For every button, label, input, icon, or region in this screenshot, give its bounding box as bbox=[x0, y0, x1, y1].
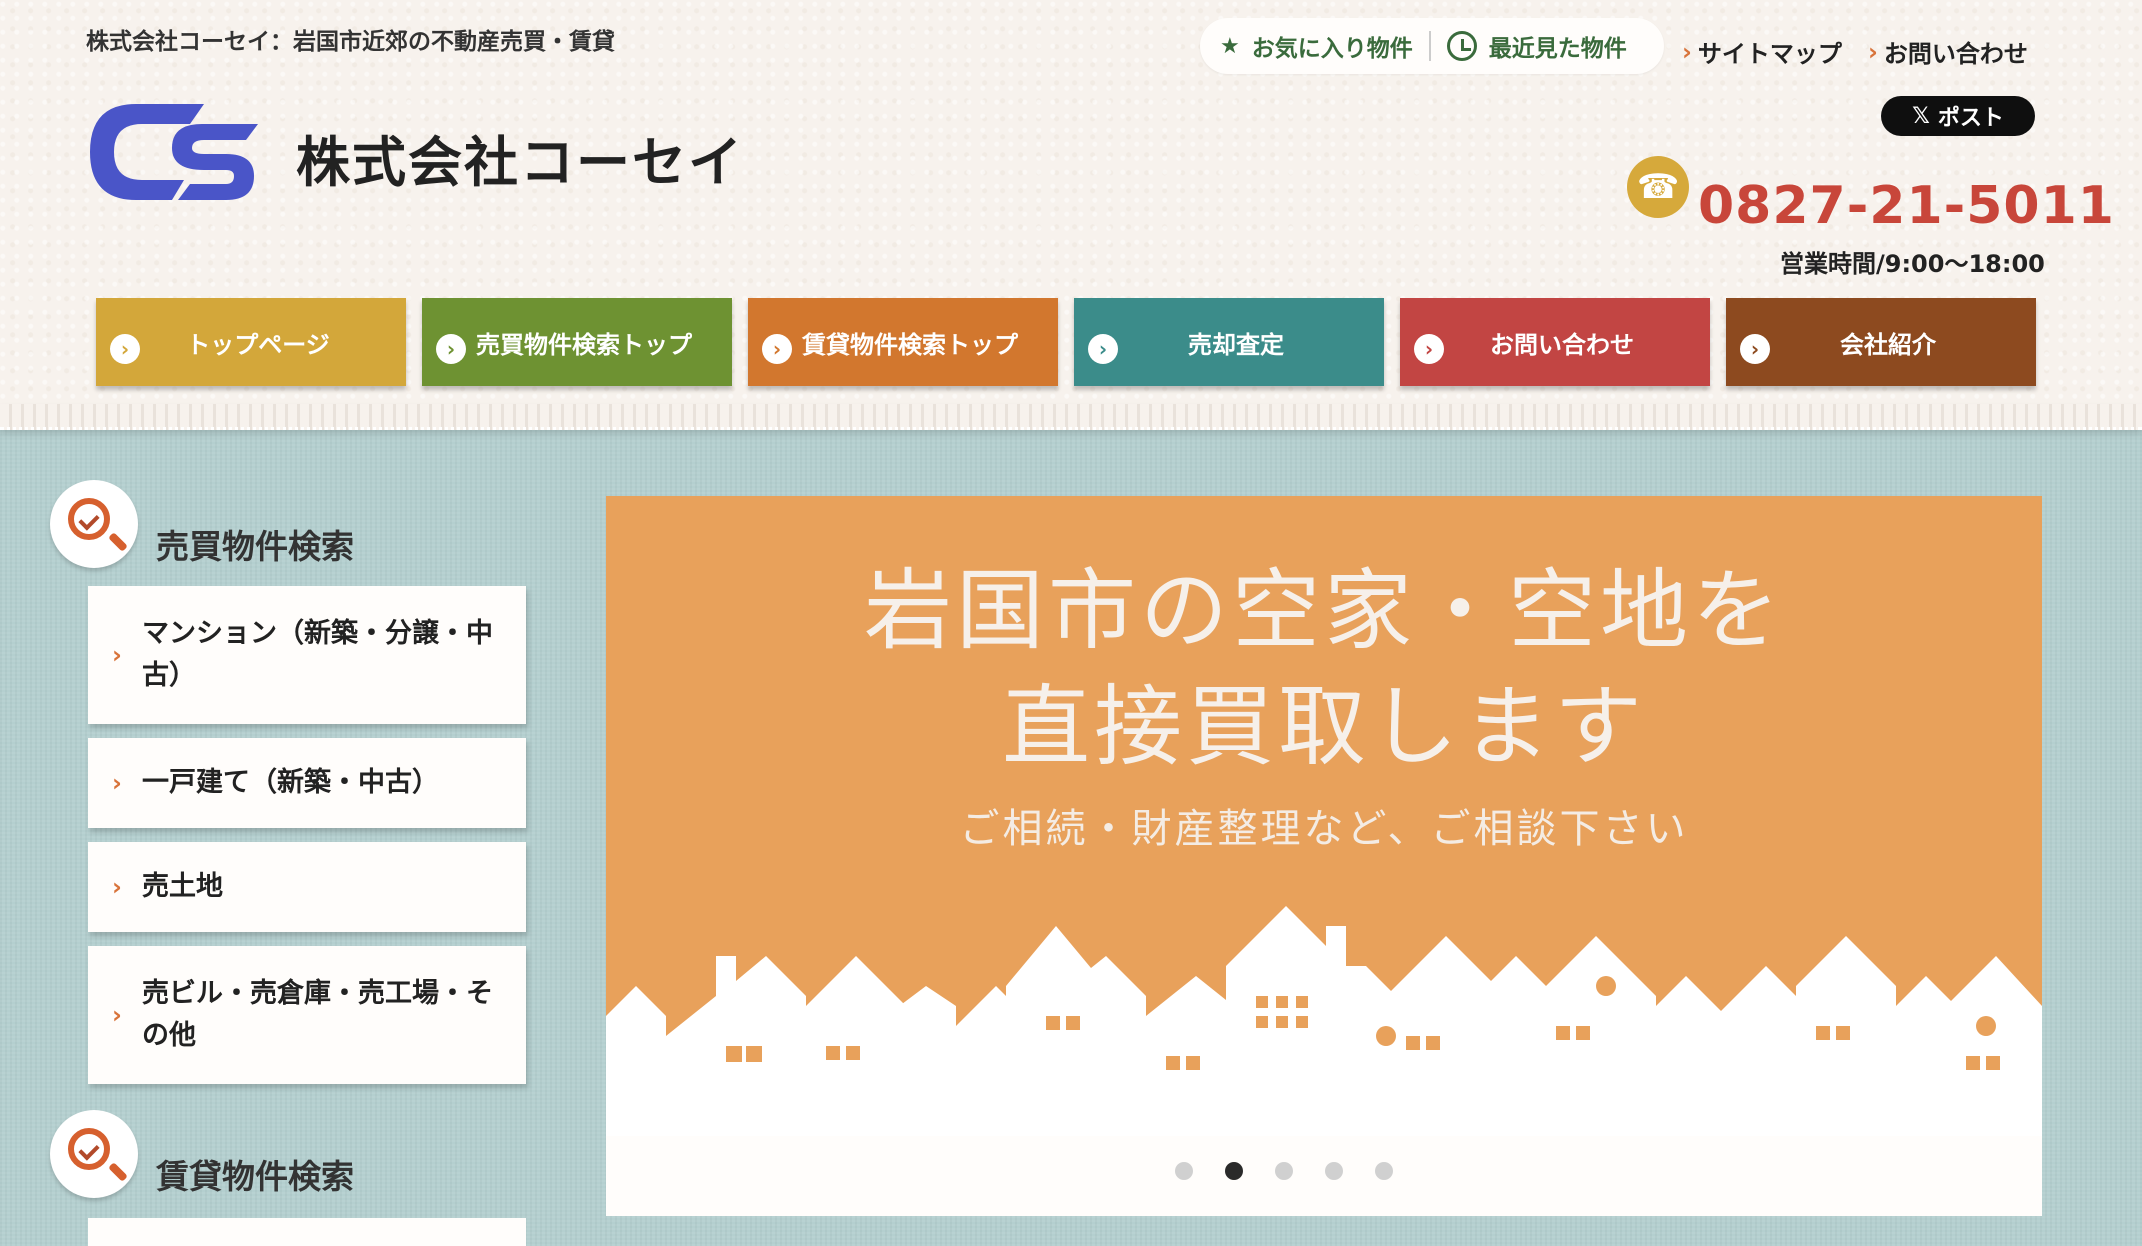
list-item-land[interactable]: › 売土地 bbox=[88, 842, 526, 932]
slide-dot-4[interactable] bbox=[1325, 1162, 1343, 1180]
chevron-circle-icon: › bbox=[1088, 334, 1118, 364]
slide-subtext: ご相続・財産整理など、ご相談下さい bbox=[959, 806, 1689, 852]
company-logo[interactable]: CS bbox=[86, 96, 262, 208]
chevron-circle-icon: › bbox=[110, 334, 140, 364]
nav-company[interactable]: › 会社紹介 bbox=[1726, 298, 2036, 386]
nav-label: トップページ bbox=[186, 330, 330, 359]
chevron-right-icon: › bbox=[112, 769, 122, 797]
recent-link[interactable]: 最近見た物件 bbox=[1446, 29, 1627, 63]
business-hours: 営業時間/9:00〜18:00 bbox=[1780, 250, 2045, 278]
contact-label: お問い合わせ bbox=[1883, 40, 2028, 68]
slide-headline-line1: 岩国市の空家・空地を bbox=[863, 559, 1784, 662]
contact-link[interactable]: › お問い合わせ bbox=[1868, 34, 2028, 69]
search-badge bbox=[50, 480, 138, 568]
magnifier-check-icon bbox=[68, 1128, 110, 1170]
slide-headline-line2: 直接買取します bbox=[1001, 675, 1646, 778]
magnifier-check-icon bbox=[68, 498, 110, 540]
company-name: 株式会社コーセイ bbox=[296, 131, 744, 194]
nav-label: 会社紹介 bbox=[1840, 330, 1936, 359]
slider-dots bbox=[606, 1162, 2042, 1180]
site-tagline: 株式会社コーセイ：岩国市近郊の不動産売買・賃貸 bbox=[86, 29, 615, 55]
chevron-right-icon: › bbox=[1868, 37, 1878, 66]
nav-label: お問い合わせ bbox=[1490, 330, 1634, 359]
sale-search-heading: 売買物件検索 bbox=[50, 480, 354, 568]
list-item-label: 売土地 bbox=[142, 871, 223, 902]
nav-sale-search[interactable]: › 売買物件検索トップ bbox=[422, 298, 732, 386]
nav-label: 売却査定 bbox=[1188, 330, 1284, 359]
main-nav: › トップページ › 売買物件検索トップ › 賃貸物件検索トップ › 売却査定 … bbox=[96, 298, 2036, 388]
x-logo-icon: 𝕏 bbox=[1912, 103, 1930, 129]
chevron-circle-icon: › bbox=[762, 334, 792, 364]
sitemap-label: サイトマップ bbox=[1697, 40, 1842, 68]
favorites-pill: ★ お気に入り物件 最近見た物件 bbox=[1200, 18, 1664, 74]
history-icon bbox=[1446, 31, 1477, 61]
town-silhouette bbox=[606, 906, 2042, 1136]
header-stitch-border bbox=[0, 404, 2142, 430]
chevron-circle-icon: › bbox=[1414, 334, 1444, 364]
list-item-mansion[interactable]: › マンション（新築・分譲・中古） bbox=[88, 586, 526, 724]
list-item-label: 売ビル・売倉庫・売工場・その他 bbox=[142, 978, 493, 1051]
slide-dot-2[interactable] bbox=[1225, 1162, 1243, 1180]
nav-label: 売買物件検索トップ bbox=[476, 330, 692, 359]
favorites-label: お気に入り物件 bbox=[1251, 36, 1413, 62]
chevron-circle-icon: › bbox=[1740, 334, 1770, 364]
post-label: ポスト bbox=[1937, 106, 2004, 131]
chevron-circle-icon: › bbox=[436, 334, 466, 364]
phone-number[interactable]: 0827-21-5011 bbox=[1698, 176, 2115, 236]
slide-buyback[interactable]: 岩国市の空家・空地を 直接買取します ご相続・財産整理など、ご相談下さい bbox=[606, 496, 2042, 1136]
rent-search-heading: 賃貸物件検索 bbox=[50, 1110, 354, 1198]
nav-label: 賃貸物件検索トップ bbox=[802, 330, 1018, 359]
chevron-right-icon: › bbox=[112, 1001, 122, 1029]
hero-slider[interactable]: 岩国市の空家・空地を 直接買取します ご相続・財産整理など、ご相談下さい bbox=[606, 496, 2042, 1216]
nav-rent-search[interactable]: › 賃貸物件検索トップ bbox=[748, 298, 1058, 386]
sale-search-list: › マンション（新築・分譲・中古） › 一戸建て（新築・中古） › 売土地 › … bbox=[88, 586, 526, 1098]
star-icon: ★ bbox=[1220, 33, 1240, 59]
chevron-right-icon: › bbox=[1682, 37, 1692, 66]
search-badge bbox=[50, 1110, 138, 1198]
slide-dot-1[interactable] bbox=[1175, 1162, 1193, 1180]
favorites-link[interactable]: ★ お気に入り物件 bbox=[1220, 29, 1413, 63]
sitemap-link[interactable]: › サイトマップ bbox=[1682, 34, 1842, 69]
slide-dot-5[interactable] bbox=[1375, 1162, 1393, 1180]
sale-search-title: 売買物件検索 bbox=[156, 527, 354, 566]
slide-dot-3[interactable] bbox=[1275, 1162, 1293, 1180]
rent-search-title: 賃貸物件検索 bbox=[156, 1157, 354, 1196]
list-item-house[interactable]: › 一戸建て（新築・中古） bbox=[88, 738, 526, 828]
recent-label: 最近見た物件 bbox=[1488, 36, 1627, 62]
nav-top-page[interactable]: › トップページ bbox=[96, 298, 406, 386]
phone-icon: ☎ bbox=[1627, 156, 1689, 218]
x-post-button[interactable]: 𝕏 ポスト bbox=[1881, 96, 2035, 136]
nav-contact[interactable]: › お問い合わせ bbox=[1400, 298, 1710, 386]
pill-divider bbox=[1428, 31, 1431, 61]
list-item-label: 一戸建て（新築・中古） bbox=[142, 767, 439, 798]
chevron-right-icon: › bbox=[112, 641, 122, 669]
chevron-right-icon: › bbox=[112, 873, 122, 901]
list-item-building[interactable]: › 売ビル・売倉庫・売工場・その他 bbox=[88, 946, 526, 1084]
list-item-label: マンション（新築・分譲・中古） bbox=[142, 618, 493, 691]
rent-search-list bbox=[88, 1218, 526, 1246]
nav-appraisal[interactable]: › 売却査定 bbox=[1074, 298, 1384, 386]
